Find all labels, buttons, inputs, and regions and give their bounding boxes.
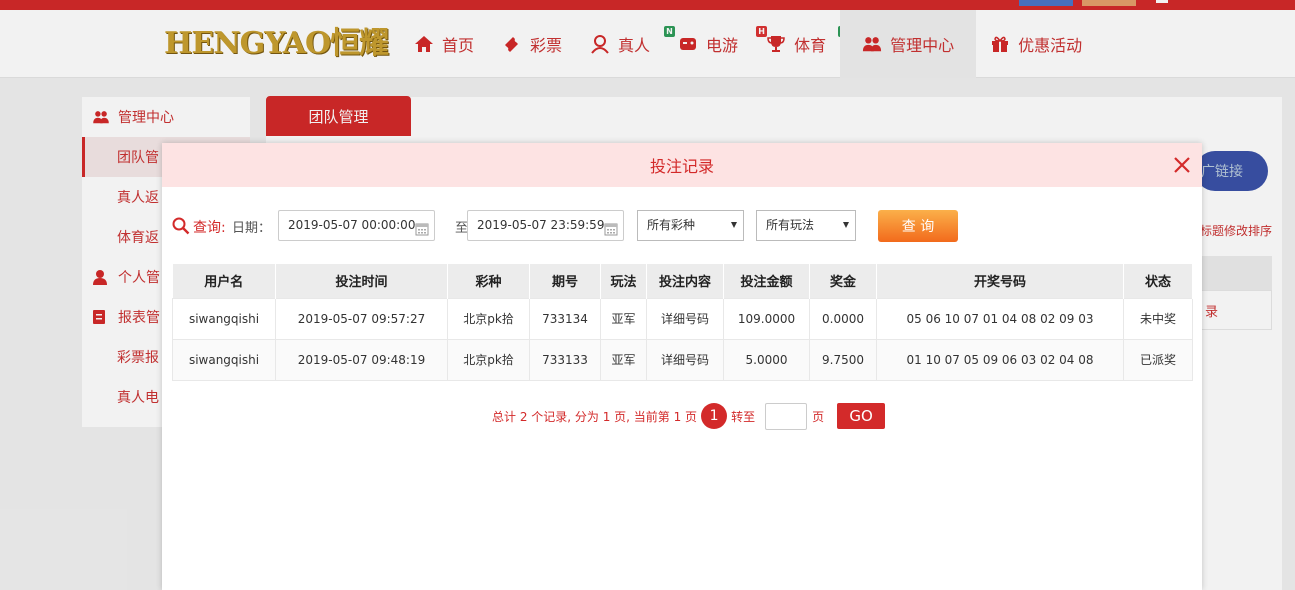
column-header: 用户名 — [172, 264, 276, 298]
play-select-value: 所有玩法 — [766, 218, 815, 232]
table-row: siwangqishi 2019-05-07 09:48:19 北京pk拾 73… — [172, 338, 1193, 381]
column-header: 开奖号码 — [876, 264, 1124, 298]
cell-status: 已派奖 — [1123, 338, 1193, 381]
detail-numbers-link[interactable]: 详细号码 — [646, 338, 724, 381]
date-to-value: 2019-05-07 23:59:59 — [477, 218, 605, 232]
modal-header: 投注记录 — [162, 143, 1202, 187]
table-header-row: 用户名 投注时间 彩种 期号 玩法 投注内容 投注金额 奖金 开奖号码 状态 — [172, 264, 1193, 298]
column-header: 投注金额 — [723, 264, 810, 298]
cell-time: 2019-05-07 09:48:19 — [275, 338, 448, 381]
detail-numbers-link[interactable]: 详细号码 — [646, 297, 724, 340]
date-to-input[interactable]: 2019-05-07 23:59:59 — [467, 210, 624, 241]
cell-lottery: 北京pk拾 — [447, 297, 530, 340]
close-icon[interactable] — [1172, 155, 1192, 175]
cell-play: 亚军 — [600, 338, 647, 381]
column-header: 投注时间 — [275, 264, 448, 298]
page-jump-input[interactable] — [765, 402, 808, 430]
cell-amount: 109.0000 — [723, 297, 810, 340]
cell-numbers: 05 06 10 07 01 04 08 02 09 03 — [876, 297, 1124, 340]
play-select[interactable]: 所有玩法 — [756, 210, 856, 241]
lottery-select[interactable]: 所有彩种 — [637, 210, 744, 241]
chevron-down-icon — [731, 222, 737, 228]
cell-numbers: 01 10 07 05 09 06 03 02 04 08 — [876, 338, 1124, 381]
query-bar: 查询: 日期： 2019-05-07 00:00:00 至 2019-05-07… — [172, 210, 1192, 242]
cell-issue: 733133 — [529, 338, 601, 381]
column-header: 状态 — [1123, 264, 1193, 298]
page-unit-label: 页 — [812, 409, 825, 424]
chevron-down-icon — [843, 222, 849, 228]
modal-title: 投注记录 — [649, 157, 714, 176]
page-number-current[interactable]: 1 — [701, 403, 728, 429]
query-button[interactable]: 查 询 — [878, 210, 958, 242]
bet-records-modal: 投注记录 查询: 日期： 2019-05-07 00:00:00 至 2019-… — [162, 143, 1202, 590]
cell-time: 2019-05-07 09:57:27 — [275, 297, 448, 340]
pagination: 总计 2 个记录, 分为 1 页, 当前第 1 页 1 转至 页 GO — [492, 402, 886, 430]
cell-status: 未中奖 — [1123, 297, 1193, 340]
query-label: 查询: — [193, 220, 226, 236]
calendar-icon[interactable] — [415, 218, 429, 236]
pagination-summary: 总计 2 个记录, 分为 1 页, 当前第 1 页 — [492, 409, 698, 424]
column-header: 彩种 — [447, 264, 530, 298]
cell-user: siwangqishi — [172, 338, 276, 381]
bet-records-table: 用户名 投注时间 彩种 期号 玩法 投注内容 投注金额 奖金 开奖号码 状态 s… — [172, 264, 1193, 381]
date-from-input[interactable]: 2019-05-07 00:00:00 — [278, 210, 435, 241]
cell-user: siwangqishi — [172, 297, 276, 340]
go-button[interactable]: GO — [837, 403, 886, 429]
cell-prize: 0.0000 — [809, 297, 877, 340]
cell-amount: 5.0000 — [723, 338, 810, 381]
cell-lottery: 北京pk拾 — [447, 338, 530, 381]
calendar-icon[interactable] — [604, 218, 618, 236]
lottery-select-value: 所有彩种 — [647, 218, 696, 232]
table-row: siwangqishi 2019-05-07 09:57:27 北京pk拾 73… — [172, 297, 1193, 340]
cell-issue: 733134 — [529, 297, 601, 340]
column-header: 期号 — [529, 264, 601, 298]
cell-prize: 9.7500 — [809, 338, 877, 381]
column-header: 奖金 — [809, 264, 877, 298]
column-header: 投注内容 — [646, 264, 724, 298]
cell-play: 亚军 — [600, 297, 647, 340]
goto-label: 转至 — [731, 409, 756, 424]
search-icon — [172, 217, 190, 235]
date-from-value: 2019-05-07 00:00:00 — [288, 218, 416, 232]
column-header: 玩法 — [600, 264, 647, 298]
date-label: 日期： — [232, 221, 272, 236]
